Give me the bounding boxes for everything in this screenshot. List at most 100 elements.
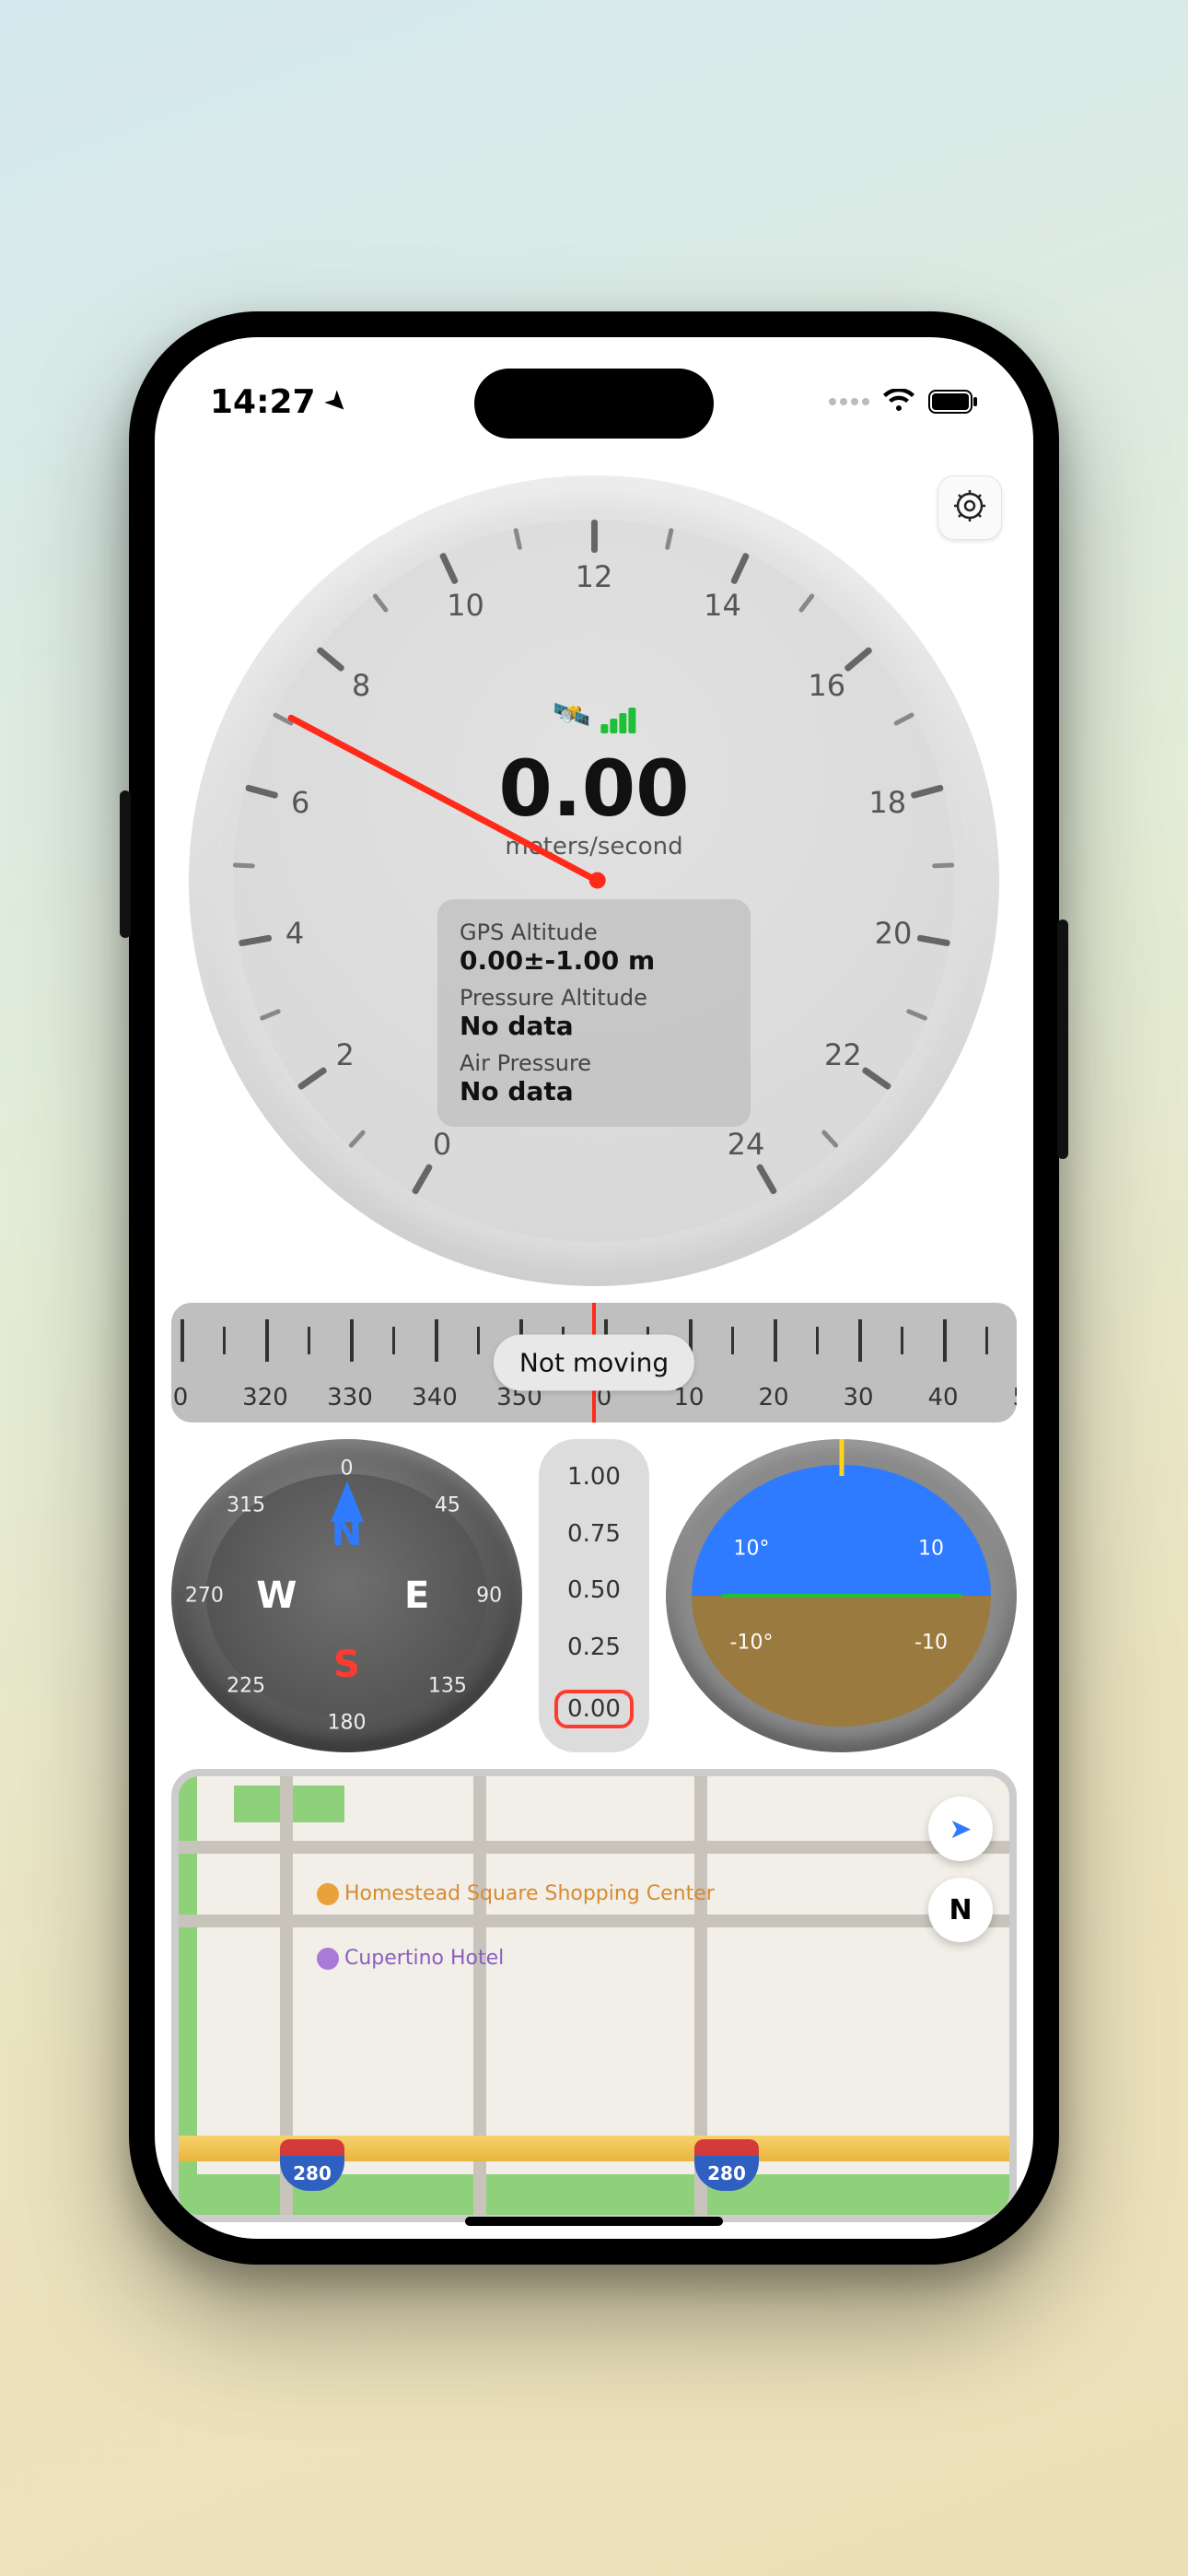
heading-ruler[interactable]: 032033034035001020304050 Not moving xyxy=(171,1303,1017,1423)
ruler-tick-minor xyxy=(816,1327,819,1354)
gps-altitude-label: GPS Altitude xyxy=(460,919,728,945)
ruler-label: 320 xyxy=(242,1384,288,1411)
location-arrow-icon: ➤ xyxy=(317,382,356,422)
ruler-label: 50 xyxy=(1012,1384,1017,1411)
speedometer-gauge[interactable]: 024681012141618202224 🛰️ 0.00 meters/sec… xyxy=(189,475,999,1286)
ruler-tick-minor xyxy=(223,1327,226,1354)
horizon-top-marker xyxy=(839,1439,844,1476)
map-north-button[interactable]: N xyxy=(928,1878,993,1942)
compass-south: S xyxy=(333,1644,360,1686)
map-road xyxy=(179,1914,1009,1927)
speed-value: 0.00 xyxy=(498,750,689,827)
locate-arrow-icon: ➤ xyxy=(949,1813,972,1845)
gear-icon xyxy=(951,487,988,528)
compass-gauge[interactable]: 0 45 90 135 180 225 270 315 N E S W xyxy=(171,1439,522,1752)
vscale-tick: 0.50 xyxy=(567,1576,621,1604)
speedo-tick-label: 12 xyxy=(576,559,613,594)
vscale-tick: 1.00 xyxy=(567,1463,621,1491)
ruler-tick-minor xyxy=(308,1327,310,1354)
home-indicator[interactable] xyxy=(465,2217,723,2226)
speedo-tick-label: 24 xyxy=(728,1127,765,1162)
satellite-signal-icon: 🛰️ xyxy=(498,697,689,733)
wifi-icon xyxy=(882,389,915,415)
ruler-label: 20 xyxy=(758,1384,788,1411)
screen: 14:27 ➤ 0246810121 xyxy=(155,337,1033,2239)
pressure-altitude-value: No data xyxy=(460,1011,728,1041)
ruler-tick xyxy=(265,1319,269,1362)
ruler-tick xyxy=(774,1319,777,1362)
vscale-current: 0.00 xyxy=(554,1690,634,1728)
ruler-label: 40 xyxy=(927,1384,958,1411)
compass-degree-label: 270 xyxy=(185,1585,224,1608)
speedo-tick-label: 8 xyxy=(352,668,370,703)
ruler-tick xyxy=(435,1319,438,1362)
altitude-card[interactable]: GPS Altitude 0.00±-1.00 m Pressure Altit… xyxy=(437,899,751,1127)
dynamic-island xyxy=(474,369,714,439)
ruler-tick xyxy=(181,1319,184,1362)
ruler-tick-minor xyxy=(985,1327,988,1354)
battery-icon xyxy=(928,390,978,414)
speedo-tick-label: 14 xyxy=(704,588,741,623)
hotel-icon xyxy=(317,1948,339,1970)
horizon-line-icon xyxy=(722,1594,961,1598)
cellular-dots-icon xyxy=(829,398,869,405)
ruler-tick-minor xyxy=(392,1327,395,1354)
speedo-tick-label: 16 xyxy=(808,668,845,703)
horizon-label: -10 xyxy=(914,1632,948,1655)
compass-degree-label: 225 xyxy=(227,1674,265,1697)
highway-shield: 280 xyxy=(694,2139,759,2191)
vertical-scale[interactable]: 1.00 0.75 0.50 0.25 0.00 xyxy=(539,1439,649,1752)
ruler-tick xyxy=(943,1319,947,1362)
ruler-label: 340 xyxy=(412,1384,458,1411)
speedo-tick-label: 6 xyxy=(291,785,309,820)
ruler-label: 330 xyxy=(327,1384,373,1411)
ruler-tick xyxy=(858,1319,862,1362)
compass-degree-label: 0 xyxy=(341,1458,354,1481)
speedo-tick-label: 0 xyxy=(433,1127,451,1162)
ruler-tick-minor xyxy=(477,1327,480,1354)
north-icon: N xyxy=(949,1894,972,1926)
speedo-tick-label: 18 xyxy=(868,785,906,820)
vscale-tick: 0.25 xyxy=(567,1633,621,1661)
ruler-tick xyxy=(350,1319,354,1362)
vscale-tick: 0.75 xyxy=(567,1520,621,1548)
heading-status-pill: Not moving xyxy=(494,1335,694,1391)
map-view[interactable]: Homestead Square Shopping Center Cuperti… xyxy=(171,1769,1017,2222)
compass-north: N xyxy=(332,1512,362,1554)
compass-east: E xyxy=(404,1575,429,1617)
map-road xyxy=(179,1841,1009,1854)
ruler-label: 30 xyxy=(843,1384,873,1411)
speedo-tick xyxy=(591,520,598,553)
compass-degree-label: 45 xyxy=(435,1494,460,1517)
speedo-tick xyxy=(233,862,255,868)
compass-degree-label: 135 xyxy=(428,1674,467,1697)
speedo-tick xyxy=(932,862,954,868)
speedo-tick-label: 22 xyxy=(824,1037,862,1072)
speedo-tick-label: 2 xyxy=(335,1037,354,1072)
artificial-horizon-gauge[interactable]: 10° 10 -10° -10 xyxy=(666,1439,1017,1752)
ruler-tick-minor xyxy=(731,1327,734,1354)
compass-degree-label: 180 xyxy=(328,1712,367,1735)
compass-degree-label: 315 xyxy=(227,1494,265,1517)
map-poi-hotel[interactable]: Cupertino Hotel xyxy=(317,1947,504,1970)
speedo-tick-label: 10 xyxy=(447,588,484,623)
highway-shield: 280 xyxy=(280,2139,344,2191)
speedo-tick-label: 4 xyxy=(285,916,304,951)
pressure-altitude-label: Pressure Altitude xyxy=(460,985,728,1011)
air-pressure-value: No data xyxy=(460,1076,728,1107)
air-pressure-label: Air Pressure xyxy=(460,1050,728,1076)
phone-frame: 14:27 ➤ 0246810121 xyxy=(129,311,1059,2265)
shopping-icon xyxy=(317,1883,339,1905)
settings-button[interactable] xyxy=(938,475,1002,540)
speedo-tick-label: 20 xyxy=(875,916,913,951)
compass-west: W xyxy=(256,1575,297,1617)
ruler-label: 0 xyxy=(173,1384,189,1411)
compass-degree-label: 90 xyxy=(476,1585,502,1608)
gps-altitude-value: 0.00±-1.00 m xyxy=(460,945,728,976)
map-locate-button[interactable]: ➤ xyxy=(928,1797,993,1861)
ruler-tick-minor xyxy=(901,1327,903,1354)
map-poi-shopping[interactable]: Homestead Square Shopping Center xyxy=(317,1882,715,1905)
horizon-label: 10° xyxy=(734,1537,770,1560)
status-time: 14:27 xyxy=(210,383,316,421)
horizon-label: 10 xyxy=(918,1537,944,1560)
